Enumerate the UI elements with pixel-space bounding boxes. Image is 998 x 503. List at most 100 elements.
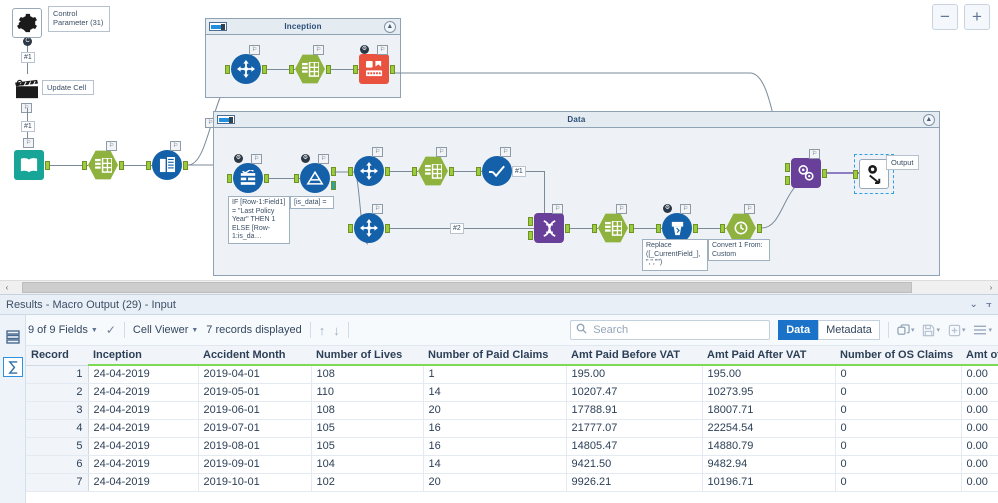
- chevron-down-icon[interactable]: ▼: [191, 327, 198, 334]
- cell-value[interactable]: 14805.47: [566, 437, 703, 456]
- col-amt-of-os[interactable]: Amt of OS: [961, 346, 998, 366]
- cell-value[interactable]: 0: [835, 365, 962, 384]
- cell-value[interactable]: 24-04-2019: [88, 473, 199, 492]
- macro-out-in2-anchor[interactable]: [785, 176, 790, 185]
- select2-in-anchor[interactable]: [412, 167, 417, 176]
- cell-value[interactable]: 9421.50: [566, 455, 703, 474]
- cell-value[interactable]: 24-04-2019: [88, 365, 199, 384]
- cell-value[interactable]: 0: [835, 419, 962, 438]
- cell-value[interactable]: 102: [311, 473, 424, 492]
- macro-output-tool[interactable]: ⚐: [785, 149, 827, 188]
- cell-value[interactable]: 10273.95: [702, 383, 836, 402]
- summary-sigma-icon[interactable]: [3, 357, 23, 377]
- cell-value[interactable]: 14: [423, 383, 567, 402]
- select3-in-anchor[interactable]: [592, 224, 597, 233]
- check-icon[interactable]: ✓: [106, 323, 116, 337]
- transpose-tool-inception[interactable]: ⚐: [225, 45, 267, 84]
- container-data[interactable]: Data ▲ ⚙ ⚐ IF [Row-1:Field1] = "Last Pol…: [213, 111, 940, 276]
- cell-value[interactable]: 105: [311, 419, 424, 438]
- cell-record[interactable]: 6: [26, 455, 89, 474]
- cell-record[interactable]: 2: [26, 383, 89, 402]
- cell-value[interactable]: 0.00: [961, 455, 998, 474]
- col-number-of-paid-claims[interactable]: Number of Paid Claims: [423, 346, 566, 366]
- cell-value[interactable]: 0.00: [961, 401, 998, 420]
- cell-value[interactable]: 2019-07-01: [198, 419, 312, 438]
- select-tool-inception[interactable]: ⚐: [289, 45, 331, 84]
- col-record[interactable]: Record: [26, 346, 88, 366]
- control-parameter-tool[interactable]: C: [12, 8, 42, 46]
- cell-value[interactable]: 0: [835, 437, 962, 456]
- cell-value[interactable]: 110: [311, 383, 424, 402]
- cell-value[interactable]: 105: [311, 437, 424, 456]
- select-tool[interactable]: ⚐: [82, 141, 124, 180]
- table-row[interactable]: 4 24-04-2019 2019-07-01 105 16 21777.07 22254.…: [26, 419, 998, 438]
- cell-value[interactable]: 2019-06-01: [198, 401, 312, 420]
- input-data-tool[interactable]: [14, 150, 50, 180]
- cell-record[interactable]: 5: [26, 437, 89, 456]
- cell-value[interactable]: 21777.07: [566, 419, 703, 438]
- cell-value[interactable]: 0.00: [961, 419, 998, 438]
- dynamic-rename-tool[interactable]: ⚐: [476, 147, 518, 186]
- cell-value[interactable]: 104: [311, 455, 424, 474]
- cell-value[interactable]: 0.00: [961, 383, 998, 402]
- transpose-in-anchor[interactable]: [348, 167, 353, 176]
- cell-value[interactable]: 0.00: [961, 437, 998, 456]
- update-cell-action-tool[interactable]: ⚐: [12, 74, 42, 113]
- cell-value[interactable]: 0.00: [961, 365, 998, 384]
- fields-selector[interactable]: 9 of 9 Fields ▼: [28, 324, 98, 336]
- col-amt-paid-before-vat[interactable]: Amt Paid Before VAT: [566, 346, 702, 366]
- cell-value[interactable]: 2019-05-01: [198, 383, 312, 402]
- collapse-icon[interactable]: ▲: [923, 114, 935, 126]
- cell-value[interactable]: 1: [423, 365, 567, 384]
- multifield-input-anchor[interactable]: [146, 161, 151, 170]
- cell-value[interactable]: 108: [311, 365, 424, 384]
- cell-value[interactable]: 22254.54: [702, 419, 836, 438]
- cell-value[interactable]: 17788.91: [566, 401, 703, 420]
- cell-value[interactable]: 0: [835, 455, 962, 474]
- dynrename-in-anchor[interactable]: [476, 167, 481, 176]
- join-tool[interactable]: ⚐: [528, 204, 570, 243]
- transpose2-in-anchor[interactable]: [348, 224, 353, 233]
- scroll-left-arrow[interactable]: ‹: [0, 283, 14, 292]
- scroll-thumb[interactable]: [22, 282, 912, 293]
- cell-value[interactable]: 16: [423, 437, 567, 456]
- cell-value[interactable]: 0: [835, 383, 962, 402]
- cell-value[interactable]: 9926.21: [566, 473, 703, 492]
- table-row[interactable]: 2 24-04-2019 2019-05-01 110 14 10207.47 10273.…: [26, 383, 998, 402]
- tab-metadata[interactable]: Metadata: [818, 320, 880, 340]
- cell-value[interactable]: 18007.71: [702, 401, 836, 420]
- add-icon[interactable]: ▾: [948, 324, 965, 337]
- col-amt-paid-after-vat[interactable]: Amt Paid After VAT: [702, 346, 835, 366]
- container-inception[interactable]: Inception ▲ ⚐ ⚐ ⚙ ⚐: [205, 18, 401, 98]
- dyn-replace-in-anchor[interactable]: [353, 65, 358, 74]
- macro-out-in1-anchor[interactable]: [785, 163, 790, 172]
- cell-value[interactable]: 0: [835, 473, 962, 492]
- filter-in-anchor[interactable]: [294, 174, 299, 183]
- select-input-anchor[interactable]: [82, 161, 87, 170]
- select-tool-3[interactable]: ⚐: [592, 204, 634, 243]
- select-tool-2[interactable]: ⚐: [412, 147, 454, 186]
- scroll-up-button[interactable]: ↑: [319, 323, 326, 338]
- table-row[interactable]: 6 24-04-2019 2019-09-01 104 14 9421.50 9482.94…: [26, 455, 998, 474]
- cell-value[interactable]: 9482.94: [702, 455, 836, 474]
- chevron-down-icon[interactable]: ⌄: [970, 299, 978, 310]
- collapse-icon[interactable]: ▲: [384, 21, 396, 33]
- grid-view-icon[interactable]: [3, 327, 23, 347]
- filter-tool[interactable]: ⚙ ⚐: [294, 154, 336, 193]
- cell-value[interactable]: 2019-10-01: [198, 473, 312, 492]
- cell-record[interactable]: 4: [26, 419, 89, 438]
- multi-field-binary-tool[interactable]: ⚐: [146, 141, 188, 180]
- cell-value[interactable]: 20: [423, 401, 567, 420]
- join-right-anchor[interactable]: [528, 231, 533, 240]
- table-row[interactable]: 3 24-04-2019 2019-06-01 108 20 17788.91 18007.…: [26, 401, 998, 420]
- tab-data[interactable]: Data: [778, 320, 819, 340]
- scroll-right-arrow[interactable]: ›: [984, 283, 998, 292]
- col-number-of-lives[interactable]: Number of Lives: [311, 346, 423, 366]
- table-row[interactable]: 5 24-04-2019 2019-08-01 105 16 14805.47 14880.…: [26, 437, 998, 456]
- cell-value[interactable]: 108: [311, 401, 424, 420]
- control-parameter-output-anchor[interactable]: C: [23, 37, 32, 46]
- cell-value[interactable]: 24-04-2019: [88, 401, 199, 420]
- cell-value[interactable]: 2019-08-01: [198, 437, 312, 456]
- table-row[interactable]: 1 24-04-2019 2019-04-01 108 1 195.00 195.00 0 0.…: [26, 365, 998, 384]
- cell-value[interactable]: 0.00: [961, 473, 998, 492]
